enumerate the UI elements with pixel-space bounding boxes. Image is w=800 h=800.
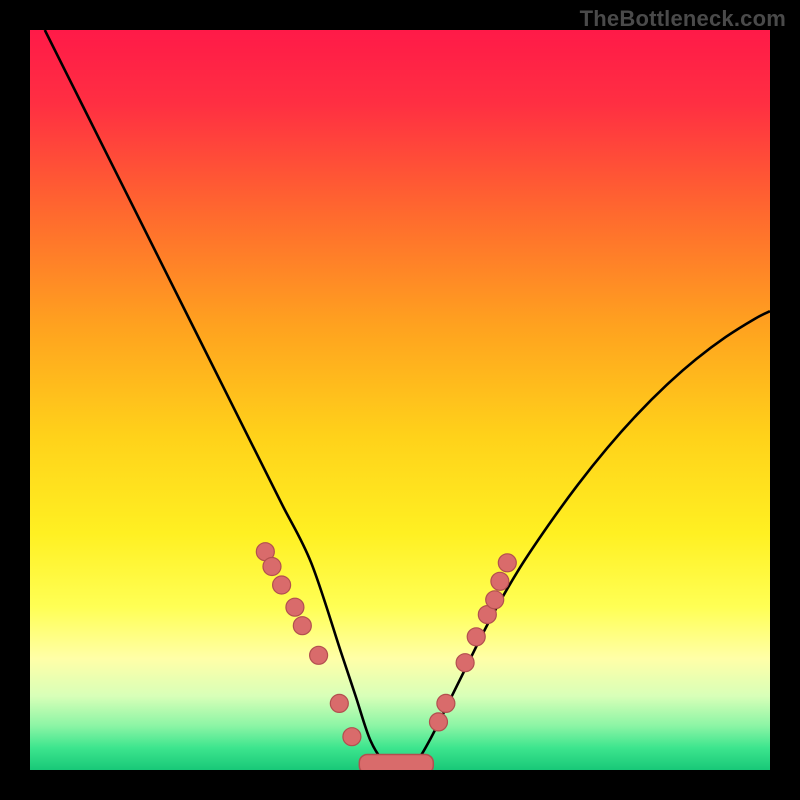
marker-point [456,654,474,672]
marker-point [343,728,361,746]
min-region-bar [359,754,433,770]
marker-point [330,694,348,712]
highlighted-points [256,543,516,746]
marker-point [486,591,504,609]
marker-point [286,598,304,616]
plot-area [30,30,770,770]
marker-point [467,628,485,646]
marker-point [273,576,291,594]
marker-point [310,646,328,664]
marker-point [491,572,509,590]
marker-point [437,694,455,712]
bottleneck-curve [45,30,770,766]
chart-stage: TheBottleneck.com [0,0,800,800]
watermark-text: TheBottleneck.com [580,6,786,32]
marker-point [293,617,311,635]
marker-point [263,558,281,576]
marker-point [498,554,516,572]
chart-overlay [30,30,770,770]
marker-point [429,713,447,731]
